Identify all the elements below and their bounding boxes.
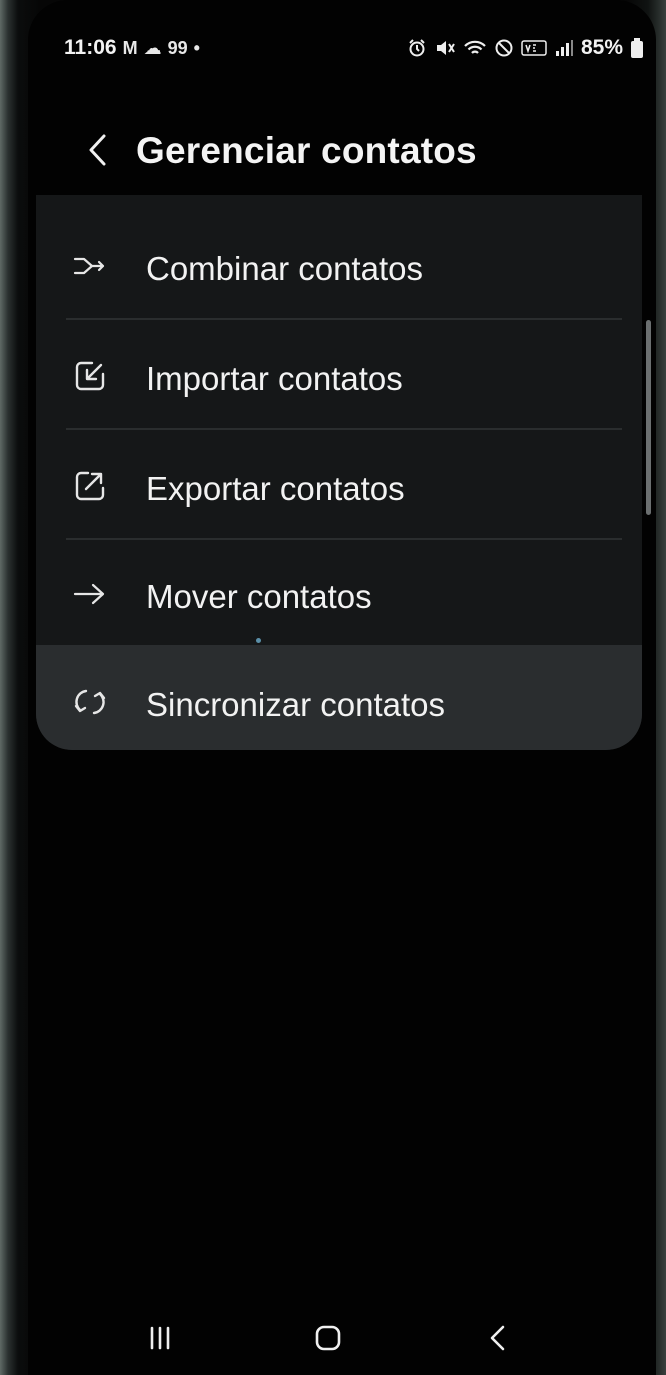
status-bar: 11:06 M ☁ 99 • 85%	[64, 34, 644, 68]
status-left: 11:06 M ☁ 99 •	[64, 36, 200, 60]
page-title: Gerenciar contatos	[136, 130, 477, 171]
battery-percent: 85%	[580, 36, 623, 59]
menu-item-label: Exportar contatos	[146, 470, 405, 507]
merge-icon	[72, 248, 108, 284]
volte-icon	[521, 40, 547, 56]
home-button[interactable]	[302, 1312, 354, 1364]
export-icon	[72, 468, 108, 504]
menu-item-importar[interactable]: Importar contatos	[36, 322, 642, 428]
menu-item-label: Combinar contatos	[146, 250, 423, 287]
dot-icon: •	[193, 37, 200, 58]
menu-item-combinar[interactable]: Combinar contatos	[36, 212, 642, 318]
navigation-bar	[0, 1300, 666, 1375]
menu-item-exportar[interactable]: Exportar contatos	[36, 432, 642, 538]
cloud-icon: ☁	[143, 37, 162, 58]
home-icon	[315, 1325, 341, 1351]
scrollbar[interactable]	[646, 320, 651, 515]
divider	[66, 318, 622, 320]
mute-icon	[436, 41, 455, 55]
chevron-left-icon	[89, 134, 106, 166]
menu-item-label: Importar contatos	[146, 360, 403, 397]
arrow-right-icon	[72, 576, 108, 612]
wifi-icon	[464, 40, 486, 54]
recents-button[interactable]	[134, 1312, 186, 1364]
menu-item-label: Sincronizar contatos	[146, 686, 445, 723]
blocked-icon	[495, 39, 513, 57]
alarm-icon	[409, 39, 425, 57]
status-right: 85%	[407, 36, 644, 60]
signal-icon	[555, 40, 573, 56]
back-button[interactable]	[78, 124, 118, 176]
notification-count: 99	[167, 37, 188, 58]
divider	[66, 428, 622, 430]
recents-icon	[150, 1326, 170, 1350]
touch-dot	[256, 638, 261, 643]
menu-item-sincronizar[interactable]: Sincronizar contatos	[36, 648, 642, 754]
sync-icon	[72, 684, 108, 720]
app-header: Gerenciar contatos	[70, 110, 630, 190]
nav-back-button[interactable]	[472, 1312, 524, 1364]
menu-item-label: Mover contatos	[146, 578, 372, 615]
battery-icon	[631, 38, 643, 58]
status-time: 11:06	[64, 36, 117, 59]
import-icon	[72, 358, 108, 394]
menu-item-mover[interactable]: Mover contatos	[36, 540, 642, 646]
chevron-left-icon	[490, 1325, 505, 1351]
gmail-icon: M	[122, 37, 138, 58]
